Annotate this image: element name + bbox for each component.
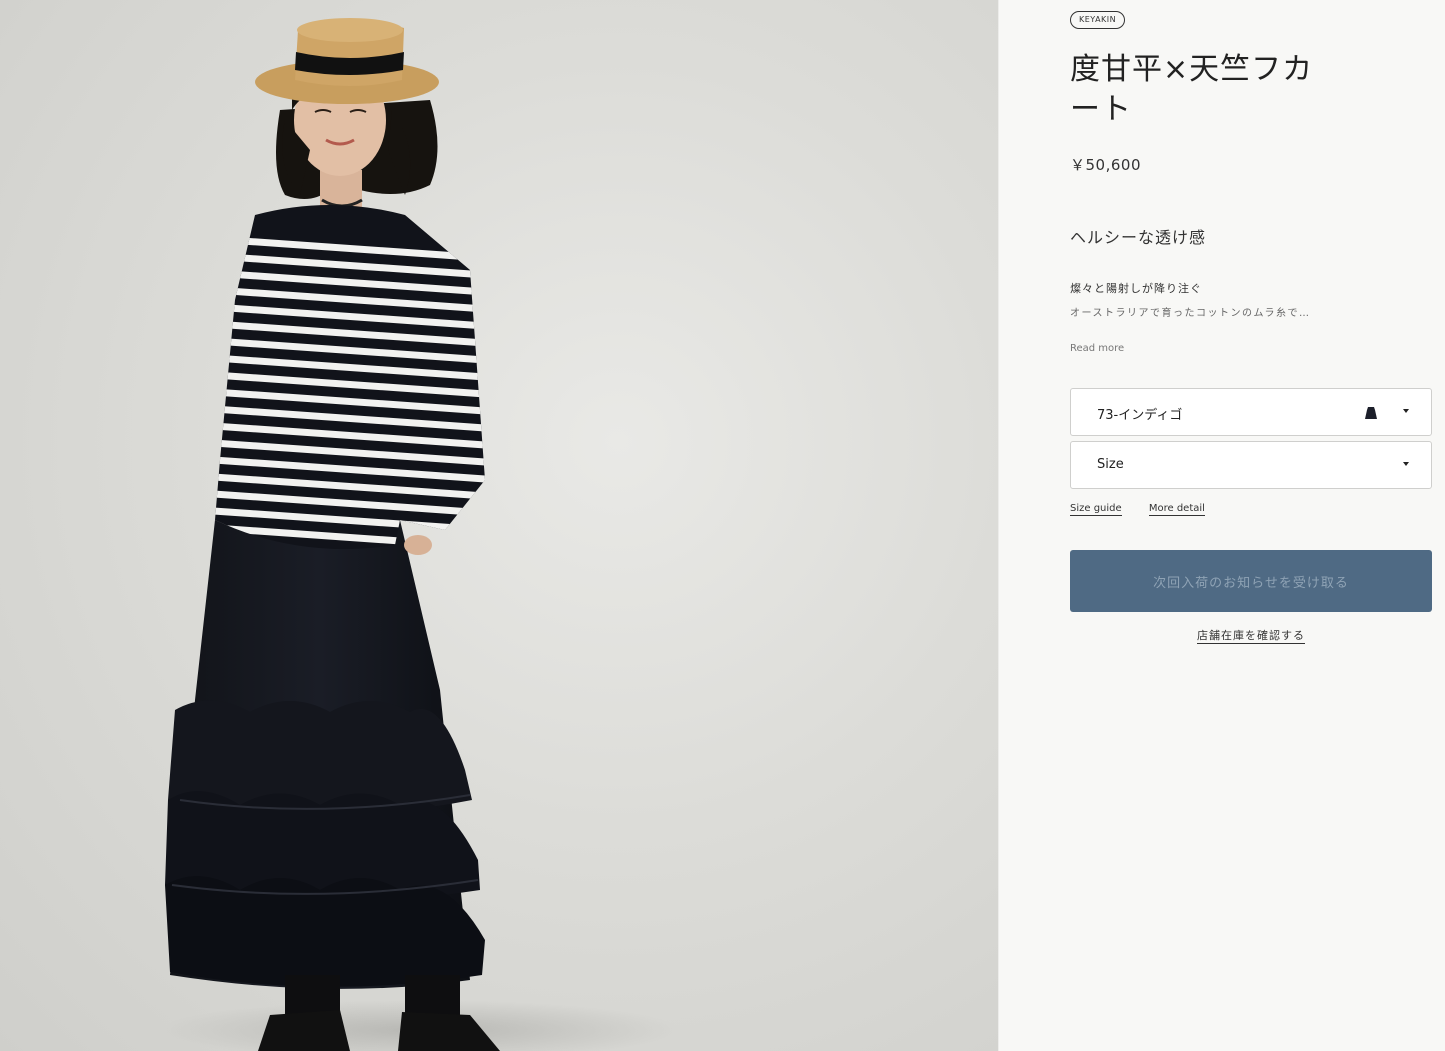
brand-badge: KEYAKIN — [1070, 11, 1126, 29]
chevron-down-icon — [1403, 409, 1409, 413]
store-stock-link[interactable]: 店舗在庫を確認する — [1197, 629, 1305, 644]
swatch-icon — [1365, 407, 1377, 419]
product-page: KEYAKIN 度甘平×天竺フカート ￥50,600 ヘルシーな透け感 燦々と陽… — [0, 0, 1445, 1051]
product-photo[interactable] — [0, 0, 998, 1051]
store-stock-wrap: 店舗在庫を確認する — [1070, 627, 1432, 644]
product-price: ￥50,600 — [1070, 156, 1141, 174]
product-info-panel: KEYAKIN 度甘平×天竺フカート ￥50,600 ヘルシーな透け感 燦々と陽… — [998, 0, 1445, 1051]
chevron-down-icon — [1403, 462, 1409, 466]
product-title: 度甘平×天竺フカート — [1070, 52, 1314, 127]
restock-notify-button[interactable]: 次回入荷のお知らせを受け取る — [1070, 550, 1432, 612]
size-guide-link[interactable]: Size guide — [1070, 503, 1122, 516]
size-select[interactable]: Size — [1070, 441, 1432, 489]
more-detail-link[interactable]: More detail — [1148, 503, 1205, 516]
color-select-value: 73-インディゴ — [1097, 408, 1183, 423]
description-text: オーストラリアで育ったコットンのムラ糸で… — [1070, 308, 1311, 319]
read-more-link[interactable]: Read more — [1070, 343, 1124, 354]
description-lead: 燦々と陽射しが降り注ぐ — [1070, 282, 1202, 295]
product-headline: ヘルシーな透け感 — [1070, 228, 1207, 247]
model-illustration — [160, 18, 680, 1051]
helper-links: Size guide More detail — [1070, 503, 1229, 516]
size-select-placeholder: Size — [1097, 457, 1124, 472]
color-select[interactable]: 73-インディゴ — [1070, 388, 1432, 436]
